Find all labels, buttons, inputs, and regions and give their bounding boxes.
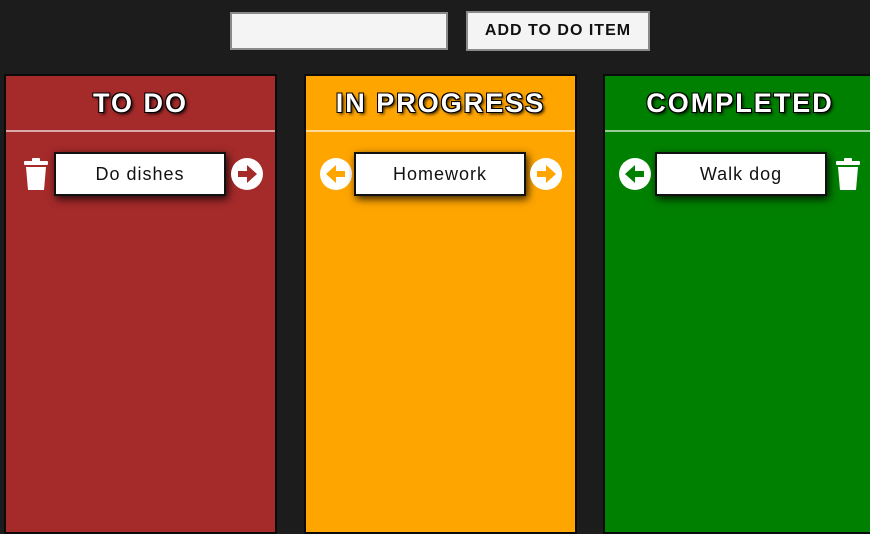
column-divider [6,130,275,132]
column-divider [306,130,575,132]
move-left-button[interactable] [618,157,652,191]
arrow-right-circle-icon [231,158,263,190]
top-bar: ADD TO DO ITEM [0,0,870,62]
delete-button[interactable] [831,157,865,191]
move-right-button[interactable] [230,157,264,191]
arrow-left-circle-icon [320,158,352,190]
column-completed: COMPLETED Walk dog [603,74,870,534]
move-right-button[interactable] [529,157,563,191]
column-title: IN PROGRESS [335,88,546,118]
trash-icon [836,158,860,190]
item-text: Homework [354,152,526,196]
add-todo-button[interactable]: ADD TO DO ITEM [466,11,650,51]
column-in-progress: IN PROGRESS Homework [304,74,577,534]
list-item: Walk dog [605,152,870,196]
move-left-button[interactable] [319,157,353,191]
item-text: Walk dog [655,152,827,196]
item-text: Do dishes [54,152,226,196]
column-title: TO DO [92,88,188,118]
trash-icon [24,158,48,190]
arrow-left-circle-icon [619,158,651,190]
arrow-right-circle-icon [530,158,562,190]
new-item-input[interactable] [230,12,448,50]
delete-button[interactable] [19,157,53,191]
list-item: Do dishes [6,152,275,196]
column-divider [605,130,870,132]
list-item: Homework [306,152,575,196]
column-title: COMPLETED [646,88,834,118]
column-todo: TO DO Do dishes [4,74,277,534]
